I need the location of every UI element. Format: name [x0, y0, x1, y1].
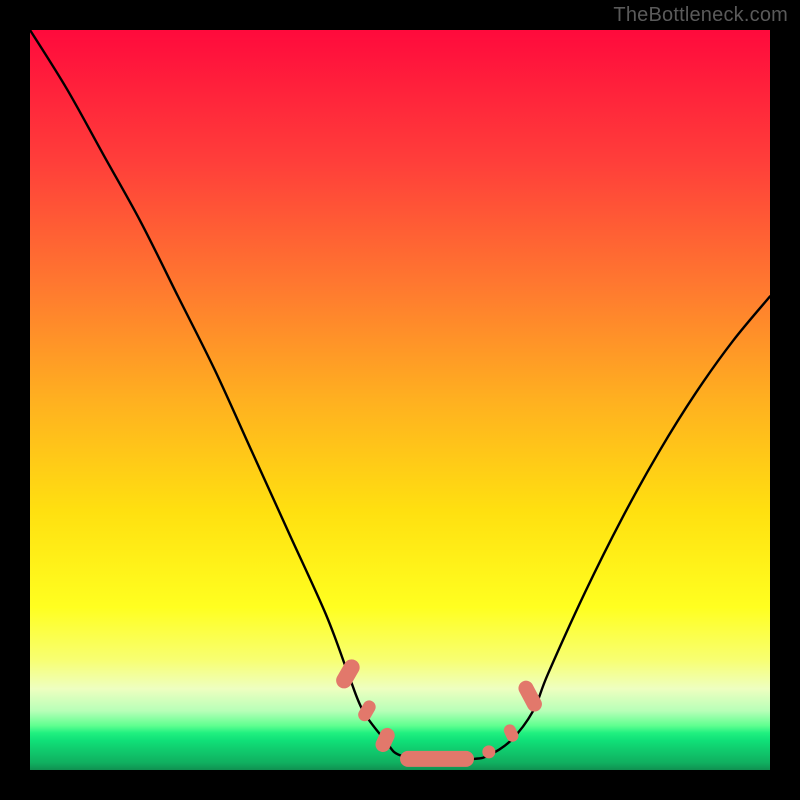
curve-layer — [30, 30, 770, 770]
plot-area — [30, 30, 770, 770]
bottleneck-curve — [30, 30, 770, 759]
data-marker — [400, 751, 474, 767]
watermark-text: TheBottleneck.com — [613, 4, 788, 27]
chart-frame: TheBottleneck.com — [0, 0, 800, 800]
